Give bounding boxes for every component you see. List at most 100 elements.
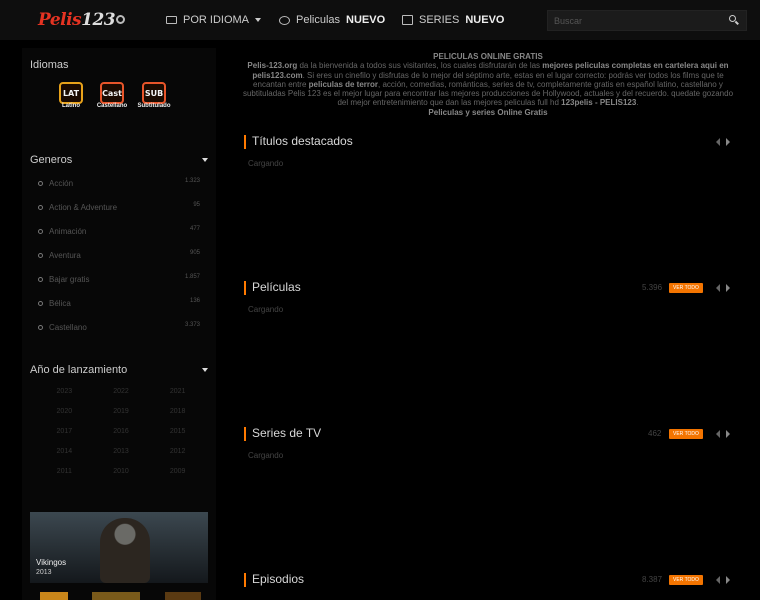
year-link[interactable]: 2021 [149,388,206,395]
section-title: Series de TV [252,426,322,440]
genre-item[interactable]: Acción 1.323 [38,178,200,192]
genre-count: 1.857 [184,274,200,280]
loading-text: Cargando [248,451,284,460]
site-logo[interactable]: Pelis123 [38,10,126,30]
genre-name: Castellano [49,323,87,332]
see-all-button[interactable]: VER TODO [669,575,703,585]
nav-series-label: SERIES [419,14,460,26]
section-count: 462 [648,429,662,438]
year-link[interactable]: 2022 [93,388,150,395]
year-link[interactable]: 2015 [149,428,206,435]
arrow-right-icon[interactable] [726,576,730,584]
genre-name: Animación [49,227,87,236]
thumbnail[interactable] [92,592,140,600]
year-link[interactable]: 2017 [36,428,93,435]
idiomas-title: Idiomas [30,59,69,71]
section-accent-bar [244,281,246,295]
genre-item[interactable]: Aventura 905 [38,250,200,264]
genre-item[interactable]: Bélica 136 [38,298,200,312]
chevron-down-icon[interactable] [202,368,208,372]
year-link[interactable]: 2014 [36,448,93,455]
genre-count: 3.373 [184,322,200,328]
see-all-button[interactable]: VER TODO [669,283,703,293]
genre-item[interactable]: Action & Adventure 95 [38,202,200,216]
arrow-left-icon[interactable] [716,576,720,584]
language-icon [166,16,177,24]
nav-por-idioma[interactable]: POR IDIOMA [166,14,262,26]
genre-name: Acción [49,179,74,188]
intro-heading: PELICULAS ONLINE GRATIS [433,52,543,61]
genre-name: Bélica [49,299,71,308]
arrow-left-icon[interactable] [716,138,720,146]
chevron-down-icon [255,18,262,22]
section-count: 8.387 [642,575,663,584]
bullet-icon [38,277,43,282]
bullet-icon [38,325,43,330]
featured-year: 2013 [36,569,52,576]
language-latino[interactable]: LAT Latino [56,81,86,111]
search-button[interactable] [727,14,741,28]
language-label: Latino [62,103,80,109]
years-grid: 2023 2022 2021 2020 2019 2018 2017 2016 … [36,388,206,475]
genre-item[interactable]: Bajar gratis 1.857 [38,274,200,288]
year-link[interactable]: 2011 [36,468,93,475]
chevron-down-icon[interactable] [202,158,208,162]
section-accent-bar [244,135,246,149]
nav-por-idioma-label: POR IDIOMA [183,14,250,26]
year-link[interactable]: 2012 [149,448,206,455]
see-all-button[interactable]: VER TODO [669,429,703,439]
year-link[interactable]: 2018 [149,408,206,415]
section-accent-bar [244,427,246,441]
generos-title[interactable]: Generos [30,154,72,166]
logo-text-pelis: Pelis [38,10,82,30]
year-link[interactable]: 2019 [93,408,150,415]
year-link[interactable]: 2016 [93,428,150,435]
year-link[interactable]: 2013 [93,448,150,455]
section-title: Episodios [252,572,305,586]
loading-text: Cargando [248,159,284,168]
arrow-right-icon[interactable] [726,284,730,292]
section-accent-bar [244,573,246,587]
search-input[interactable] [547,10,747,31]
logo-text-123: 123 [81,10,116,30]
genre-item[interactable]: Animación 477 [38,226,200,240]
language-castellano[interactable]: Cast Castellano [97,81,127,111]
nav-peliculas-label: Peliculas [296,14,341,26]
genre-count: 95 [193,202,200,208]
year-link[interactable]: 2020 [36,408,93,415]
arrow-left-icon[interactable] [716,430,720,438]
nav-peliculas-badge: NUEVO [346,14,386,26]
genre-item[interactable]: Castellano 3.373 [38,322,200,336]
intro-footer: Peliculas y series Online Gratis [428,107,548,117]
arrow-left-icon[interactable] [716,284,720,292]
film-reel-icon [116,15,126,24]
arrow-right-icon[interactable] [726,138,730,146]
latino-badge-icon: LAT [59,82,83,104]
featured-show-card[interactable]: Vikingos 2013 [30,512,208,583]
genre-count: 1.323 [184,178,200,184]
thumbnail[interactable] [40,592,68,600]
intro-text: PELICULAS ONLINE GRATIS Pelis-123.org da… [242,52,734,117]
year-link[interactable]: 2023 [36,388,93,395]
arrow-right-icon[interactable] [726,430,730,438]
bullet-icon [38,301,43,306]
language-label: Subtitulado [137,103,171,109]
anio-title[interactable]: Año de lanzamiento [30,364,127,376]
bullet-icon [38,229,43,234]
genre-count: 477 [189,226,200,232]
subtitulado-badge-icon: SUB [142,82,166,104]
section-title: Películas [252,280,301,294]
nav-series-badge: NUEVO [465,14,505,26]
section-count: 5.396 [642,283,663,292]
language-subtitulado[interactable]: SUB Subtitulado [137,81,171,111]
nav-peliculas[interactable]: Peliculas NUEVO [279,14,385,26]
genre-name: Action & Adventure [49,203,118,212]
thumbnail[interactable] [165,592,201,600]
loading-text: Cargando [248,305,284,314]
genre-count: 905 [189,250,200,256]
bullet-icon [38,181,43,186]
year-link[interactable]: 2010 [93,468,150,475]
language-label: Castellano [96,103,128,109]
nav-series[interactable]: SERIES NUEVO [402,14,504,26]
year-link[interactable]: 2009 [149,468,206,475]
